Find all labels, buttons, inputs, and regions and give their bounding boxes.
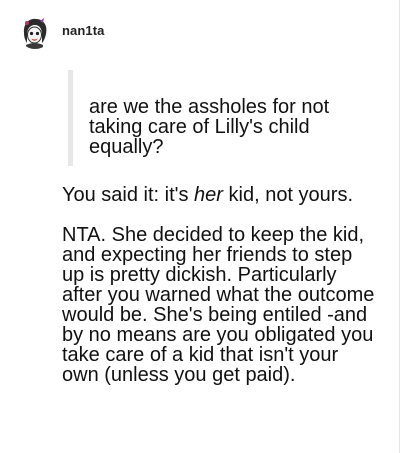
reply-line1-end: kid, not yours.	[222, 184, 354, 206]
user-avatar-icon	[18, 15, 52, 49]
quoted-post: are we the assholes for not taking care …	[68, 70, 368, 166]
username[interactable]: nan1ta	[62, 23, 105, 38]
post-header: nan1ta	[18, 14, 105, 50]
quote-text: are we the assholes for not taking care …	[89, 96, 330, 158]
post-card: nan1ta are we the assholes for not takin…	[0, 0, 400, 453]
avatar[interactable]	[18, 15, 52, 49]
reply-paragraph: NTA. She decided to keep the kid, and ex…	[62, 224, 375, 386]
reply-body: You said it: it's her kid, not yours. NT…	[62, 185, 382, 385]
quote-bar	[68, 70, 73, 166]
reply-first-line: You said it: it's her kid, not yours.	[62, 185, 382, 205]
reply-line1-start: You said it: it's	[62, 184, 195, 206]
reply-line1-emphasis: her	[194, 184, 223, 206]
